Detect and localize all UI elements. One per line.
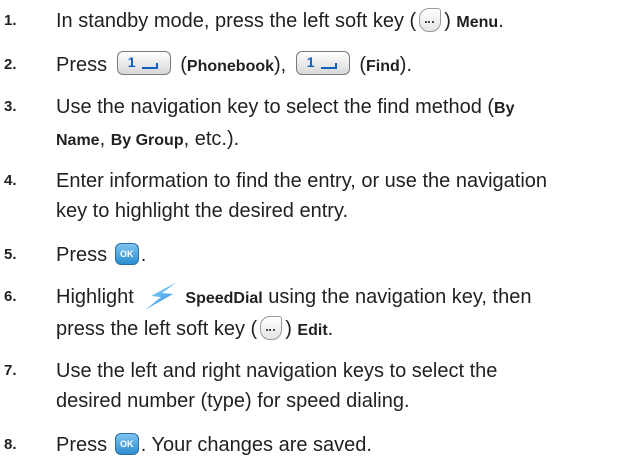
- speeddial-label: SpeedDial: [185, 290, 263, 307]
- number-1-key-icon: 1: [116, 50, 171, 75]
- left-soft-key-icon: [419, 7, 442, 32]
- step-text: Highlight SpeedDial using the navigation…: [56, 281, 634, 346]
- step-text: Press 1 (Phonebook), 1 (Find).: [56, 50, 634, 82]
- step-number: 1.: [4, 12, 17, 29]
- step-number: 4.: [4, 172, 17, 189]
- number-1-key-icon: 1: [295, 50, 350, 75]
- instruction-steps: 1. In standby mode, press the left soft …: [0, 0, 644, 462]
- by-group-label: By Group: [110, 132, 184, 149]
- step-number: 2.: [4, 56, 17, 73]
- edit-label: Edit: [297, 322, 328, 339]
- ok-key-icon: OK: [114, 432, 139, 455]
- step-number: 5.: [4, 246, 17, 263]
- step-number: 3.: [4, 98, 17, 115]
- step-text: Press OK.: [56, 242, 147, 266]
- step-number: 7.: [4, 362, 17, 379]
- by-name-label-cont: Name: [56, 132, 100, 149]
- find-label: Find: [366, 58, 400, 75]
- speed-dial-lightning-icon: [143, 281, 179, 311]
- by-name-label: By: [494, 100, 515, 117]
- step-text: Use the navigation key to select the fin…: [56, 96, 515, 150]
- step-text: In standby mode, press the left soft key…: [56, 6, 634, 38]
- step-number: 8.: [4, 436, 17, 453]
- step-text: Press OK. Your changes are saved.: [56, 432, 372, 456]
- step-number: 6.: [4, 288, 17, 305]
- step-text: Enter information to find the entry, or …: [56, 170, 548, 222]
- left-soft-key-icon: [260, 315, 283, 340]
- phonebook-label: Phonebook: [186, 58, 275, 75]
- step-text: Use the left and right navigation keys t…: [56, 360, 498, 412]
- ok-key-icon: OK: [114, 242, 139, 265]
- menu-label: Menu: [456, 14, 499, 31]
